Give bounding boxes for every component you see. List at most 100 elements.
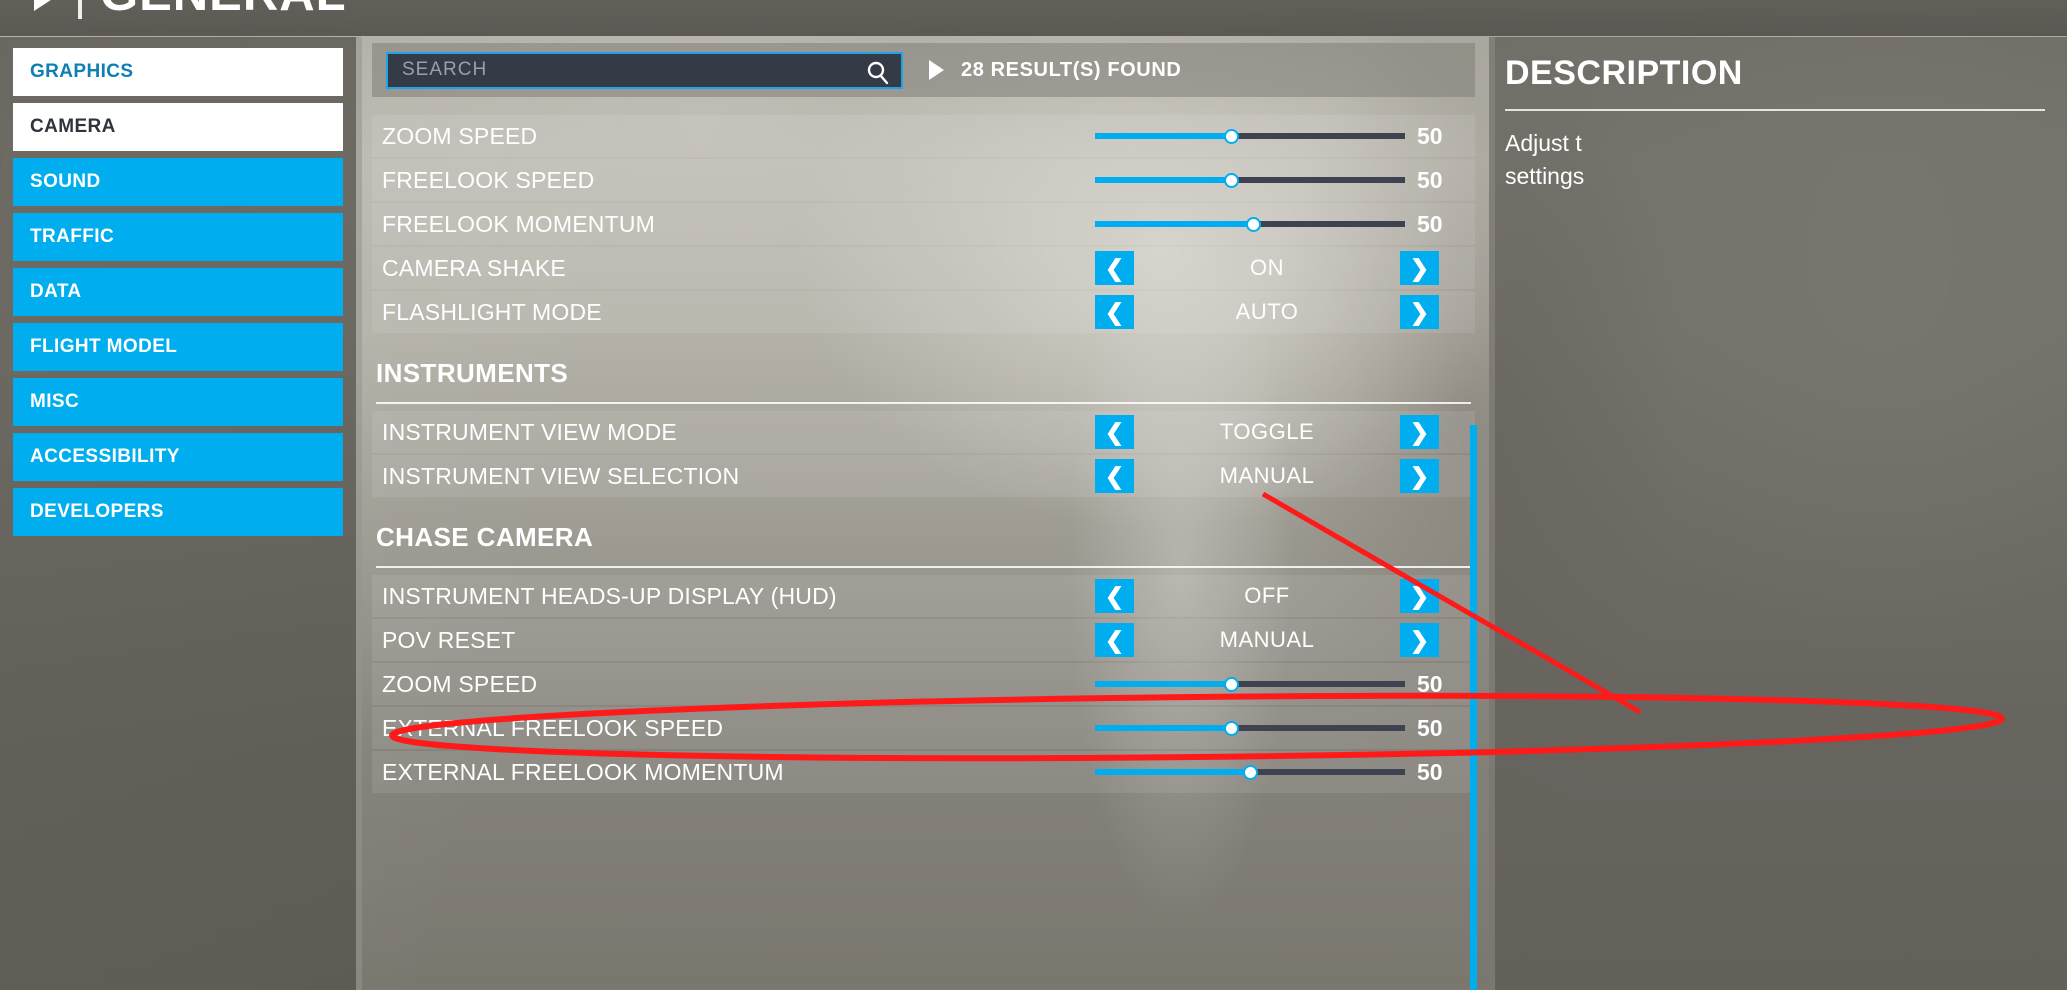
title-bar: GENERAL xyxy=(0,0,2067,36)
title-separator xyxy=(78,0,82,19)
setting-row[interactable]: EXTERNAL FREELOOK SPEED 50 xyxy=(372,707,1475,749)
setting-row[interactable]: FREELOOK SPEED 50 xyxy=(372,159,1475,201)
sidebar-item-data[interactable]: DATA xyxy=(13,268,343,316)
search-input[interactable]: SEARCH xyxy=(386,51,903,91)
slider-knob[interactable] xyxy=(1243,764,1258,780)
chevron-right-icon[interactable]: ❯ xyxy=(1400,415,1439,449)
sidebar-item-label: SOUND xyxy=(30,171,101,192)
chevron-right-icon[interactable]: ❯ xyxy=(1400,623,1439,657)
slider-fill xyxy=(1095,769,1250,775)
chevron-right-icon[interactable]: ❯ xyxy=(1400,459,1439,493)
category-sidebar: GRAPHICS CAMERA SOUND TRAFFIC DATA FLIGHT MOD… xyxy=(0,37,356,990)
slider-knob[interactable] xyxy=(1224,172,1240,188)
setting-label: FREELOOK MOMENTUM xyxy=(382,210,656,237)
chevron-right-icon[interactable]: ❯ xyxy=(1400,295,1439,329)
search-results-summary: 28 RESULT(S) FOUND xyxy=(929,59,1181,82)
setting-row[interactable]: ZOOM SPEED 50 xyxy=(372,115,1475,157)
sidebar-item-sound[interactable]: SOUND xyxy=(13,158,343,206)
setting-label: INSTRUMENT VIEW SELECTION xyxy=(382,462,740,489)
section-header: INSTRUMENTS xyxy=(372,335,1475,393)
setting-row[interactable]: EXTERNAL FREELOOK MOMENTUM 50 xyxy=(372,751,1475,793)
setting-row[interactable]: INSTRUMENT VIEW SELECTION ❮ MANUAL ❯ xyxy=(372,455,1475,497)
setting-label: INSTRUMENT VIEW MODE xyxy=(382,418,677,445)
chevron-left-icon[interactable]: ❮ xyxy=(1095,459,1134,493)
slider-fill xyxy=(1095,133,1232,139)
setting-control: ❮ AUTO ❯ xyxy=(1095,291,1475,333)
setting-slider[interactable] xyxy=(1095,203,1405,245)
sidebar-item-label: GRAPHICS xyxy=(30,61,134,82)
sidebar-item-traffic[interactable]: TRAFFIC xyxy=(13,213,343,261)
chevron-left-icon[interactable]: ❮ xyxy=(1095,415,1134,449)
setting-label: EXTERNAL FREELOOK SPEED xyxy=(382,714,724,741)
slider-fill xyxy=(1095,221,1254,227)
sidebar-item-camera[interactable]: CAMERA xyxy=(13,103,343,151)
setting-row[interactable]: FREELOOK MOMENTUM 50 xyxy=(372,203,1475,245)
setting-slider[interactable] xyxy=(1095,115,1405,157)
chevron-right-icon[interactable]: ❯ xyxy=(1400,579,1439,613)
setting-control: 50 xyxy=(1095,663,1475,705)
setting-slider[interactable] xyxy=(1095,707,1405,749)
search-placeholder: SEARCH xyxy=(402,59,488,80)
description-title: DESCRIPTION xyxy=(1505,54,1743,92)
selector-value: MANUAL xyxy=(1219,463,1315,488)
setting-slider[interactable] xyxy=(1095,663,1405,705)
section-header-label: CHASE CAMERA xyxy=(376,522,594,552)
sidebar-item-label: ACCESSIBILITY xyxy=(30,446,180,467)
setting-label: FREELOOK SPEED xyxy=(382,166,595,193)
description-body: Adjust t settings xyxy=(1505,130,1585,189)
setting-row[interactable]: POV RESET ❮ MANUAL ❯ xyxy=(372,619,1475,661)
title-row: GENERAL xyxy=(34,0,347,22)
slider-knob[interactable] xyxy=(1224,676,1240,692)
setting-control: 50 xyxy=(1095,707,1475,749)
setting-control: ❮ MANUAL ❯ xyxy=(1095,455,1475,497)
sidebar-item-label: MISC xyxy=(30,391,80,412)
sidebar-item-accessibility[interactable]: ACCESSIBILITY xyxy=(13,433,343,481)
chevron-left-icon[interactable]: ❮ xyxy=(1095,623,1134,657)
setting-selector: ❮ AUTO ❯ xyxy=(1095,291,1475,333)
sidebar-item-label: CAMERA xyxy=(30,116,116,137)
search-icon[interactable] xyxy=(865,60,891,91)
setting-label: ZOOM SPEED xyxy=(382,122,538,149)
section-divider xyxy=(376,566,1471,568)
selector-value: MANUAL xyxy=(1219,627,1315,652)
setting-slider[interactable] xyxy=(1095,751,1405,793)
setting-row[interactable]: INSTRUMENT HEADS-UP DISPLAY (HUD) ❮ OFF ❯ xyxy=(372,575,1475,617)
setting-row[interactable]: ZOOM SPEED 50 xyxy=(372,663,1475,705)
sidebar-item-graphics[interactable]: GRAPHICS xyxy=(13,48,343,96)
settings-panel: SEARCH 28 RESULT(S) FOUND ZOOM SPEED 50 FR… xyxy=(372,43,1480,990)
chevron-left-icon[interactable]: ❮ xyxy=(1095,579,1134,613)
description-panel: DESCRIPTION Adjust t settings xyxy=(1489,37,2067,990)
sidebar-item-label: DEVELOPERS xyxy=(30,501,164,522)
chevron-right-icon[interactable]: ❯ xyxy=(1400,251,1439,285)
slider-knob[interactable] xyxy=(1246,216,1262,232)
setting-row[interactable]: CAMERA SHAKE ❮ ON ❯ xyxy=(372,247,1475,289)
setting-slider[interactable] xyxy=(1095,159,1405,201)
sidebar-item-label: DATA xyxy=(30,281,82,302)
description-rule xyxy=(1505,109,2045,111)
selector-value: ON xyxy=(1250,255,1284,280)
slider-value: 50 xyxy=(1417,166,1443,193)
slider-fill xyxy=(1095,681,1232,687)
slider-knob[interactable] xyxy=(1224,720,1240,736)
setting-row[interactable]: INSTRUMENT VIEW MODE ❮ TOGGLE ❯ xyxy=(372,411,1475,453)
setting-control: ❮ TOGGLE ❯ xyxy=(1095,411,1475,453)
chevron-left-icon[interactable]: ❮ xyxy=(1095,251,1134,285)
setting-selector: ❮ ON ❯ xyxy=(1095,247,1475,289)
slider-value: 50 xyxy=(1417,758,1443,785)
slider-knob[interactable] xyxy=(1224,128,1240,144)
sidebar-item-developers[interactable]: DEVELOPERS xyxy=(13,488,343,536)
setting-label: EXTERNAL FREELOOK MOMENTUM xyxy=(382,758,784,785)
setting-control: 50 xyxy=(1095,751,1475,793)
sidebar-item-misc[interactable]: MISC xyxy=(13,378,343,426)
chevron-left-icon[interactable]: ❮ xyxy=(1095,295,1134,329)
sidebar-item-flight-model[interactable]: FLIGHT MODEL xyxy=(13,323,343,371)
settings-list[interactable]: ZOOM SPEED 50 FREELOOK SPEED 50 FREELOOK MOM… xyxy=(372,115,1475,990)
setting-selector: ❮ MANUAL ❯ xyxy=(1095,455,1475,497)
sidebar-item-label: TRAFFIC xyxy=(30,226,115,247)
results-count-label: 28 RESULT(S) FOUND xyxy=(961,58,1182,81)
setting-control: ❮ MANUAL ❯ xyxy=(1095,619,1475,661)
page-title: GENERAL xyxy=(100,0,347,22)
setting-label: CAMERA SHAKE xyxy=(382,254,566,281)
setting-row[interactable]: FLASHLIGHT MODE ❮ AUTO ❯ xyxy=(372,291,1475,333)
settings-scrollbar[interactable] xyxy=(1470,425,1477,990)
